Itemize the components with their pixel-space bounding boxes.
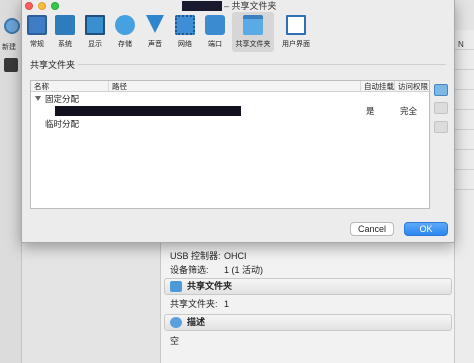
dialog-title: – 共享文件夹	[224, 1, 277, 11]
device-filter-row: 设备筛选: 1 (1 活动)	[170, 263, 263, 276]
shared-folders-settings-dialog: – 共享文件夹 常规 系统 显示 存储 声音 网络 端口 共享文件夹 用户界面 …	[21, 0, 455, 243]
tab-network-label: 网络	[178, 41, 192, 48]
storage-icon	[115, 15, 135, 35]
audio-icon	[146, 15, 164, 33]
tab-storage-label: 存储	[118, 41, 132, 48]
system-icon	[55, 15, 75, 35]
shared-folder-icon	[243, 15, 263, 35]
table-row[interactable]: 临时分配	[31, 118, 429, 130]
shared-folders-section-header[interactable]: 共享文件夹	[164, 278, 452, 295]
tab-general-label: 常规	[30, 41, 44, 48]
description-icon	[170, 317, 182, 328]
tab-user-interface[interactable]: 用户界面	[278, 12, 314, 52]
shared-folders-key: 共享文件夹:	[170, 299, 218, 309]
minimize-window-button[interactable]	[38, 2, 46, 10]
device-filter-key: 设备筛选:	[170, 265, 209, 275]
display-icon	[85, 15, 105, 35]
table-row[interactable]: 固定分配	[31, 93, 429, 105]
table-row[interactable]: 是 完全	[31, 105, 429, 117]
group-transient-label: 临时分配	[45, 119, 80, 129]
dialog-titlebar[interactable]: – 共享文件夹	[22, 0, 456, 12]
tab-ports-label: 端口	[208, 41, 222, 48]
add-folder-icon[interactable]	[434, 84, 448, 96]
redacted-folder-name-and-path	[55, 106, 241, 116]
new-vm-icon[interactable]	[4, 18, 20, 34]
group-fixed-label: 固定分配	[45, 94, 80, 104]
auto-mount-value: 是	[366, 106, 375, 116]
folder-icon	[170, 281, 182, 292]
shared-folders-count-row: 共享文件夹: 1	[170, 297, 229, 310]
remove-folder-icon[interactable]	[434, 121, 448, 133]
tab-display[interactable]: 显示	[82, 12, 108, 52]
column-path[interactable]: 路径	[109, 81, 361, 92]
description-value: 空	[170, 336, 180, 346]
shared-folders-section-title: 共享文件夹	[187, 281, 233, 291]
settings-toolbar: 常规 系统 显示 存储 声音 网络 端口 共享文件夹 用户界面	[22, 12, 456, 52]
tab-storage[interactable]: 存储	[112, 12, 138, 52]
network-icon	[175, 15, 195, 35]
tab-system-label: 系统	[58, 41, 72, 48]
shared-folders-table[interactable]: 名称 路径 自动挂载 访问权限 固定分配 是 完全 临时分配	[30, 80, 430, 209]
column-name[interactable]: 名称	[31, 81, 109, 92]
tab-ports[interactable]: 端口	[202, 12, 228, 52]
description-section-header[interactable]: 描述	[164, 314, 452, 331]
maximize-window-button[interactable]	[51, 2, 59, 10]
close-window-button[interactable]	[25, 2, 33, 10]
tab-display-label: 显示	[88, 41, 102, 48]
general-icon	[27, 15, 47, 35]
group-fixed[interactable]: 固定分配	[35, 93, 79, 105]
edit-folder-icon[interactable]	[434, 102, 448, 114]
vm-list-panel: 新建	[0, 0, 22, 363]
usb-controller-key: USB 控制器:	[170, 251, 221, 261]
right-edge-label: N	[458, 40, 464, 49]
tab-audio-label: 声音	[148, 41, 162, 48]
tab-user-interface-label: 用户界面	[282, 41, 310, 48]
device-filter-value: 1 (1 活动)	[224, 265, 264, 275]
tab-system[interactable]: 系统	[52, 12, 78, 52]
tab-network[interactable]: 网络	[172, 12, 198, 52]
redacted-vm-name	[182, 1, 222, 11]
usb-controller-value: OHCI	[224, 251, 247, 261]
tab-audio[interactable]: 声音	[142, 12, 168, 52]
section-divider	[78, 64, 446, 65]
column-access[interactable]: 访问权限	[395, 81, 429, 92]
access-value: 完全	[400, 106, 418, 116]
new-vm-label[interactable]: 新建	[2, 42, 16, 52]
cancel-button[interactable]: Cancel	[350, 222, 394, 236]
tab-general[interactable]: 常规	[24, 12, 50, 52]
usb-controller-row: USB 控制器: OHCI	[170, 249, 247, 262]
table-header: 名称 路径 自动挂载 访问权限	[31, 81, 429, 92]
user-interface-icon	[286, 15, 306, 35]
tab-shared-folders[interactable]: 共享文件夹	[232, 12, 274, 52]
column-auto-mount[interactable]: 自动挂载	[361, 81, 395, 92]
disclosure-triangle-icon[interactable]	[35, 96, 41, 101]
right-edge-panel	[454, 30, 474, 363]
tab-shared-folders-label: 共享文件夹	[235, 41, 271, 48]
ok-button[interactable]: OK	[404, 222, 448, 236]
ports-icon	[205, 15, 225, 35]
shared-folders-value: 1	[224, 299, 230, 309]
section-title: 共享文件夹	[30, 60, 76, 70]
description-section-title: 描述	[187, 317, 206, 327]
vm-entry-icon[interactable]	[4, 58, 18, 72]
